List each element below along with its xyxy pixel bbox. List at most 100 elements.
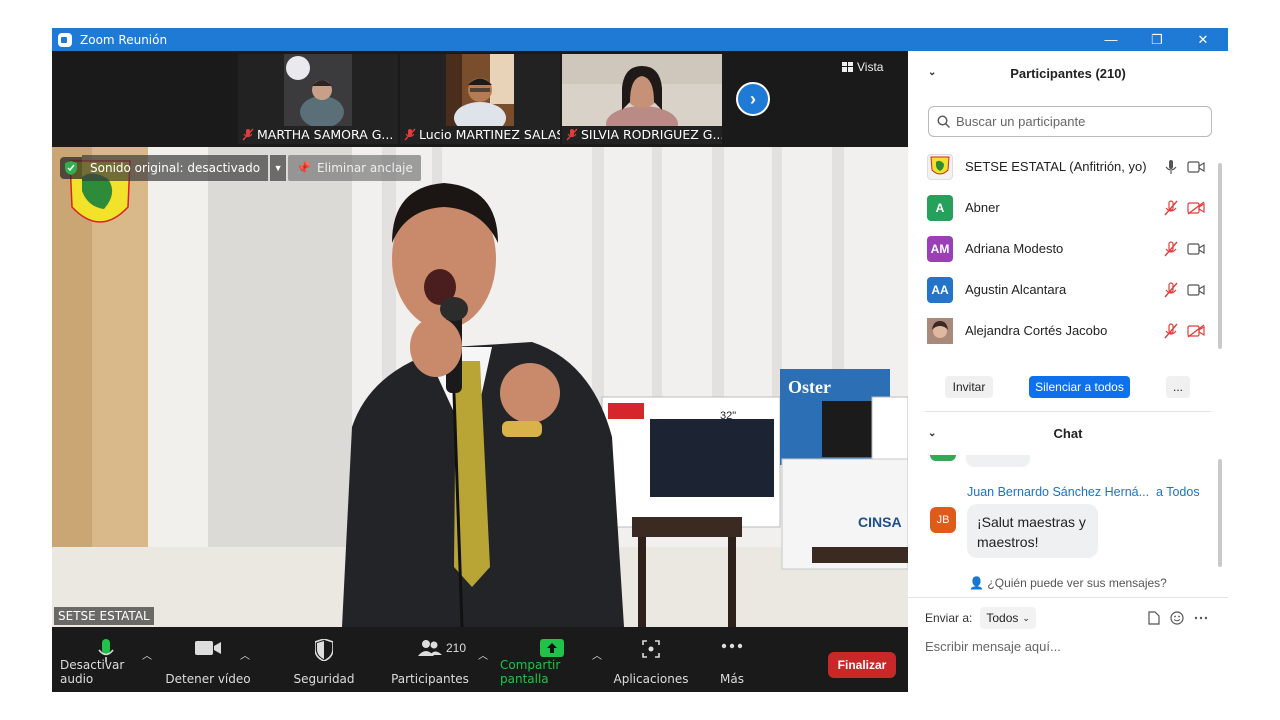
mic-muted-icon <box>242 128 254 141</box>
participant-row[interactable]: A Abner <box>908 187 1228 228</box>
avatar: AA <box>927 276 953 303</box>
speaker-name-label: SETSE ESTATAL <box>54 607 154 625</box>
shield-icon <box>315 639 333 661</box>
thumbnail-name: Lucio MARTINEZ SALAS <box>404 127 560 142</box>
mute-audio-button[interactable]: Desactivar audio <box>60 627 152 692</box>
profile-photo <box>927 317 953 344</box>
avatar: AM <box>927 235 953 262</box>
unpin-button[interactable]: 📌 Eliminar anclaje <box>288 155 421 181</box>
chat-bubble: ¡Salut maestras y maestros! <box>967 504 1098 558</box>
collapse-chevron-icon[interactable]: ⌄ <box>928 67 936 78</box>
security-button[interactable]: Seguridad <box>288 627 360 692</box>
participant-row[interactable]: AA Agustin Alcantara <box>908 269 1228 310</box>
avatar: A <box>927 194 953 221</box>
participant-search-input[interactable] <box>956 114 1196 129</box>
chat-scrollbar[interactable] <box>1218 459 1222 567</box>
chat-header: ⌄ Chat <box>928 425 1083 441</box>
participant-list-scrollbar[interactable] <box>1218 163 1222 349</box>
mic-muted-icon[interactable] <box>1163 199 1179 216</box>
participant-thumbnail[interactable]: Lucio MARTINEZ SALAS <box>400 54 560 144</box>
participant-search[interactable] <box>928 106 1212 137</box>
audio-options-chevron-icon[interactable]: ︿ <box>142 647 152 662</box>
video-off-icon[interactable] <box>1187 200 1205 215</box>
who-can-see-messages-link[interactable]: 👤 ¿Quién puede ver sus mensajes? <box>908 576 1228 590</box>
video-camera-icon[interactable] <box>1187 242 1205 256</box>
emoji-icon[interactable] <box>1170 611 1184 625</box>
participant-row[interactable]: SETSE ESTATAL (Anfitrión, yo) <box>908 146 1228 187</box>
side-panel: ⌄ Participantes (210) SETSE ESTATAL (Anf… <box>908 51 1228 692</box>
participant-list: SETSE ESTATAL (Anfitrión, yo) A Abner AM… <box>908 146 1228 366</box>
share-screen-button[interactable]: Compartir pantalla <box>500 627 604 692</box>
next-page-button[interactable]: › <box>736 82 770 116</box>
filmstrip: MARTHA SAMORA G... Lucio MARTINEZ SALAS <box>52 51 908 147</box>
video-camera-icon[interactable] <box>1187 160 1205 174</box>
microphone-icon[interactable] <box>1163 159 1179 175</box>
security-shield-icon <box>60 157 82 179</box>
mic-muted-icon <box>566 128 578 141</box>
minimize-button[interactable]: — <box>1088 28 1134 51</box>
video-off-icon[interactable] <box>1187 323 1205 338</box>
more-dots-icon[interactable] <box>1194 616 1208 620</box>
grid-view-icon <box>842 62 853 72</box>
more-options-button[interactable]: ... <box>1166 376 1190 398</box>
participants-options-chevron-icon[interactable]: ︿ <box>478 647 488 662</box>
send-to-row: Enviar a: Todos ⌄ <box>925 607 1036 629</box>
search-icon <box>937 115 950 128</box>
window-title: Zoom Reunión <box>80 32 168 47</box>
svg-text:32": 32" <box>720 410 736 422</box>
view-button[interactable]: Vista <box>842 60 883 74</box>
thumbnail-name: MARTHA SAMORA G... <box>242 127 393 142</box>
mute-all-button[interactable]: Silenciar a todos <box>1029 376 1130 398</box>
participant-video <box>562 54 722 126</box>
close-button[interactable]: ✕ <box>1180 28 1226 51</box>
chat-input[interactable] <box>925 639 1215 654</box>
participants-button[interactable]: Participantes <box>390 627 470 692</box>
user-lock-icon: 👤 <box>969 576 985 590</box>
participants-count: 210 <box>446 641 467 655</box>
more-button[interactable]: Más <box>708 627 756 692</box>
invite-button[interactable]: Invitar <box>945 376 993 398</box>
send-to-dropdown[interactable]: Todos ⌄ <box>980 607 1036 629</box>
union-logo-icon <box>930 156 950 174</box>
thumbnail-name: SILVIA RODRIGUEZ G... <box>566 127 722 142</box>
participant-video <box>446 54 514 126</box>
video-camera-icon[interactable] <box>1187 283 1205 297</box>
file-icon[interactable] <box>1148 611 1160 625</box>
video-area: MARTHA SAMORA G... Lucio MARTINEZ SALAS <box>52 51 908 692</box>
original-sound-label[interactable]: Sonido original: desactivado <box>82 155 269 181</box>
avatar <box>927 153 953 180</box>
chat-message-input[interactable] <box>925 639 1215 654</box>
original-sound-control[interactable]: Sonido original: desactivado ▼ <box>60 155 287 181</box>
participant-thumbnail[interactable]: MARTHA SAMORA G... <box>238 54 398 144</box>
participant-thumbnail[interactable]: SILVIA RODRIGUEZ G... <box>562 54 722 144</box>
participants-icon <box>418 640 442 656</box>
mic-muted-icon[interactable] <box>1163 281 1179 298</box>
meeting-toolbar: Desactivar audio ︿ Detener vídeo ︿ Segur… <box>52 627 908 692</box>
chat-messages: Juan Bernardo Sánchez Herná... a Todos J… <box>908 455 1228 570</box>
collapse-chevron-icon[interactable]: ⌄ <box>928 428 936 439</box>
more-dots-icon <box>721 643 743 649</box>
message-sender: Juan Bernardo Sánchez Herná... a Todos <box>967 485 1200 499</box>
divider <box>925 411 1211 412</box>
restore-button[interactable]: ❐ <box>1134 28 1180 51</box>
apps-icon <box>642 640 660 658</box>
avatar: JB <box>930 507 956 533</box>
share-options-chevron-icon[interactable]: ︿ <box>592 647 602 662</box>
participant-actions: Invitar Silenciar a todos ... <box>908 371 1228 401</box>
microphone-icon <box>98 639 114 662</box>
chevron-down-icon: ⌄ <box>1022 612 1030 623</box>
participants-header: ⌄ Participantes (210) <box>928 65 1126 81</box>
participant-row[interactable]: Alejandra Cortés Jacobo <box>908 310 1228 351</box>
mic-muted-icon[interactable] <box>1163 240 1179 257</box>
apps-button[interactable]: Aplicaciones <box>612 627 690 692</box>
video-options-chevron-icon[interactable]: ︿ <box>240 647 250 662</box>
avatar <box>930 455 956 461</box>
pin-icon: 📌 <box>296 161 311 175</box>
end-meeting-button[interactable]: Finalizar <box>828 652 896 678</box>
share-screen-icon <box>540 639 564 657</box>
chevron-down-icon[interactable]: ▼ <box>270 155 287 181</box>
participant-row[interactable]: AM Adriana Modesto <box>908 228 1228 269</box>
zoom-app-icon <box>58 32 72 47</box>
mic-muted-icon[interactable] <box>1163 322 1179 339</box>
participant-video <box>284 54 352 126</box>
